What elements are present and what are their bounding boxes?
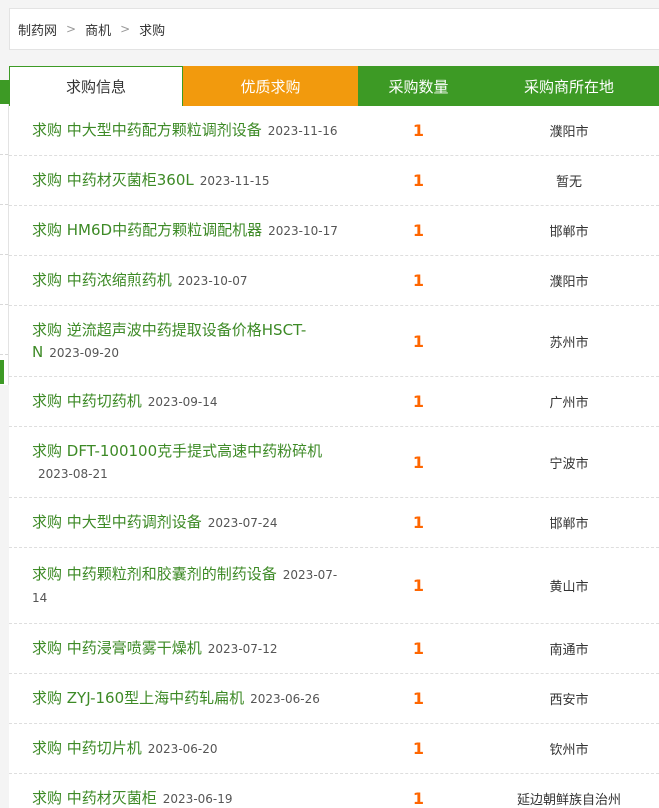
purchase-quantity: 1 (412, 121, 425, 140)
table-row: 求购 中药材灭菌柜360L 2023-11-15 1 暂无 (9, 156, 659, 206)
row-title-cell: 求购 中药切片机 2023-06-20 (9, 737, 358, 760)
strip-divider (0, 154, 8, 155)
purchase-date: 2023-08-21 (38, 466, 108, 481)
breadcrumb-home-link[interactable]: 制药网 (18, 20, 57, 39)
buyer-location: 暂无 (555, 175, 582, 190)
purchase-quantity: 1 (412, 576, 425, 595)
column-header-quantity: 采购数量 (358, 66, 479, 106)
table-row: 求购 中药材灭菌柜 2023-06-19 1 延边朝鲜族自治州 (9, 774, 659, 808)
purchase-quantity: 1 (412, 689, 425, 708)
row-title-cell: 求购 中药颗粒剂和胶囊剂的制药设备 2023-07-14 (9, 563, 358, 609)
purchase-date: 2023-06-26 (250, 692, 320, 706)
side-strip-marker (0, 360, 4, 384)
tab-quality-purchase[interactable]: 优质求购 (183, 66, 358, 106)
row-title-cell: 求购 ZYJ-160型上海中药轧扁机 2023-06-26 (9, 687, 358, 710)
purchase-date: 2023-10-17 (268, 224, 338, 238)
row-title-cell: 求购 中药浸膏喷雾干燥机 2023-07-12 (9, 637, 358, 660)
strip-divider (0, 254, 8, 255)
table-row: 求购 中药浸膏喷雾干燥机 2023-07-12 1 南通市 (9, 624, 659, 674)
table-row: 求购 逆流超声波中药提取设备价格HSCT-N 2023-09-20 1 苏州市 (9, 306, 659, 377)
buyer-location: 延边朝鲜族自治州 (516, 793, 621, 808)
purchase-list: 求购 中大型中药配方颗粒调剂设备 2023-11-16 1 濮阳市 求购 中药材灭菌柜3… (9, 106, 659, 808)
purchase-title-link[interactable]: 求购 ZYJ-160型上海中药轧扁机 (32, 689, 244, 707)
table-row: 求购 中大型中药调剂设备 2023-07-24 1 邯郸市 (9, 498, 659, 548)
row-title-cell: 求购 逆流超声波中药提取设备价格HSCT-N 2023-09-20 (9, 319, 358, 364)
purchase-title-link[interactable]: 求购 HM6D中药配方颗粒调配机器 (32, 221, 262, 239)
buyer-location: 南通市 (549, 643, 589, 658)
row-title-cell: 求购 中药浓缩煎药机 2023-10-07 (9, 269, 358, 292)
row-title-cell: 求购 HM6D中药配方颗粒调配机器 2023-10-17 (9, 219, 358, 242)
purchase-quantity: 1 (412, 639, 425, 658)
buyer-location: 濮阳市 (549, 125, 589, 140)
purchase-quantity: 1 (412, 513, 425, 532)
table-row: 求购 中药浓缩煎药机 2023-10-07 1 濮阳市 (9, 256, 659, 306)
purchase-quantity: 1 (412, 452, 425, 472)
purchase-date: 2023-07-12 (207, 642, 278, 656)
purchase-quantity: 1 (412, 271, 425, 290)
purchase-quantity: 1 (412, 171, 425, 190)
buyer-location: 濮阳市 (549, 275, 589, 290)
purchase-title-link[interactable]: 求购 中药浸膏喷雾干燥机 (32, 639, 202, 657)
row-title-cell: 求购 中药切药机 2023-09-14 (9, 390, 358, 413)
tab-bar: 求购信息 优质求购 采购数量 采购商所在地 (9, 66, 659, 106)
purchase-date: 2023-07-24 (207, 516, 278, 530)
purchase-quantity: 1 (412, 392, 425, 411)
strip-divider (0, 304, 8, 305)
buyer-location: 西安市 (549, 693, 589, 708)
breadcrumb: 制药网 > 商机 > 求购 (9, 8, 659, 50)
purchase-date: 2023-09-14 (147, 395, 218, 409)
breadcrumb-separator: > (120, 22, 131, 36)
buyer-location: 钦州市 (549, 743, 589, 758)
table-row: 求购 中大型中药配方颗粒调剂设备 2023-11-16 1 濮阳市 (9, 106, 659, 156)
breadcrumb-separator: > (66, 22, 77, 36)
buyer-location: 苏州市 (549, 335, 589, 351)
left-side-strip (0, 80, 9, 385)
purchase-quantity: 1 (412, 331, 425, 351)
purchase-date: 2023-06-20 (147, 742, 218, 756)
purchase-title-link[interactable]: 求购 中药颗粒剂和胶囊剂的制药设备 (32, 565, 277, 583)
row-title-cell: 求购 中大型中药配方颗粒调剂设备 2023-11-16 (9, 119, 358, 142)
strip-divider (0, 354, 8, 355)
breadcrumb-business-link[interactable]: 商机 (85, 20, 111, 39)
purchase-date: 2023-11-16 (267, 124, 338, 138)
buyer-location: 宁波市 (549, 456, 589, 472)
column-header-location: 采购商所在地 (479, 66, 659, 106)
purchase-title-link[interactable]: 求购 中药浓缩煎药机 (32, 271, 172, 289)
row-title-cell: 求购 中药材灭菌柜 2023-06-19 (9, 787, 358, 808)
breadcrumb-current: 求购 (139, 23, 166, 39)
purchase-date: 2023-09-20 (49, 345, 119, 360)
table-row: 求购 中药切药机 2023-09-14 1 广州市 (9, 377, 659, 427)
purchase-list-panel: 求购信息 优质求购 采购数量 采购商所在地 求购 中大型中药配方颗粒调剂设备 20… (9, 66, 659, 808)
strip-divider (0, 204, 8, 205)
purchase-title-link[interactable]: 求购 中药切药机 (32, 392, 142, 410)
purchase-title-link[interactable]: 求购 中药切片机 (32, 739, 142, 757)
table-row: 求购 中药颗粒剂和胶囊剂的制药设备 2023-07-14 1 黄山市 (9, 548, 659, 624)
table-row: 求购 中药切片机 2023-06-20 1 钦州市 (9, 724, 659, 774)
purchase-date: 2023-10-07 (177, 274, 248, 288)
table-row: 求购 DFT-100100克手提式高速中药粉碎机 2023-08-21 1 宁波市 (9, 427, 659, 498)
purchase-title-link[interactable]: 求购 中药材灭菌柜360L (32, 171, 194, 189)
purchase-title-link[interactable]: 求购 中药材灭菌柜 (32, 789, 157, 807)
row-title-cell: 求购 中药材灭菌柜360L 2023-11-15 (9, 169, 358, 192)
purchase-title-link[interactable]: 求购 DFT-100100克手提式高速中药粉碎机 (32, 442, 322, 460)
purchase-date: 2023-06-19 (162, 792, 233, 806)
purchase-title-link[interactable]: 求购 中大型中药配方颗粒调剂设备 (32, 121, 262, 139)
purchase-title-link[interactable]: 求购 中大型中药调剂设备 (32, 513, 202, 531)
table-row: 求购 HM6D中药配方颗粒调配机器 2023-10-17 1 邯郸市 (9, 206, 659, 256)
row-title-cell: 求购 中大型中药调剂设备 2023-07-24 (9, 511, 358, 534)
tab-purchase-info[interactable]: 求购信息 (9, 66, 183, 106)
purchase-quantity: 1 (412, 789, 425, 808)
purchase-date: 2023-11-15 (199, 174, 270, 188)
purchase-quantity: 1 (412, 221, 425, 240)
row-title-cell: 求购 DFT-100100克手提式高速中药粉碎机 2023-08-21 (9, 440, 358, 485)
buyer-location: 邯郸市 (549, 225, 589, 240)
purchase-quantity: 1 (412, 739, 425, 758)
buyer-location: 黄山市 (549, 580, 589, 595)
buyer-location: 广州市 (549, 396, 589, 411)
buyer-location: 邯郸市 (549, 517, 589, 532)
table-row: 求购 ZYJ-160型上海中药轧扁机 2023-06-26 1 西安市 (9, 674, 659, 724)
side-strip-accent (0, 80, 9, 104)
